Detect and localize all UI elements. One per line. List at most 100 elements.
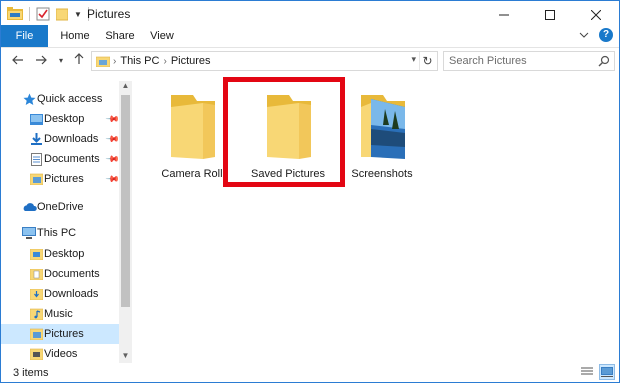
cloud-icon	[21, 200, 37, 214]
ribbon-controls: ?	[579, 28, 613, 42]
scrollbar-thumb[interactable]	[121, 95, 130, 307]
back-button[interactable]	[10, 52, 26, 70]
nav-item-label: Downloads	[44, 133, 99, 145]
pictures-folder-icon	[28, 172, 44, 186]
nav-item-label: Desktop	[44, 248, 85, 260]
scroll-down-icon[interactable]: ▼	[119, 351, 132, 363]
maximize-icon	[545, 9, 555, 20]
status-bar: 3 items	[1, 363, 619, 382]
pictures-location-icon	[96, 56, 110, 67]
file-explorer-window: ▼ Pictures File Home Share View ? ▾ › Th…	[0, 0, 620, 383]
folder-tile-saved-pictures[interactable]: Saved Pictures	[243, 81, 333, 181]
nav-onedrive[interactable]: OneDrive	[1, 197, 119, 217]
large-icons-view-button[interactable]	[599, 364, 615, 380]
nav-item-label: Pictures	[44, 173, 84, 185]
scroll-up-icon[interactable]: ▲	[119, 81, 132, 93]
navigation-scrollbar[interactable]: ▲ ▼	[119, 81, 132, 363]
downloads-folder-icon	[28, 287, 44, 301]
computer-icon	[21, 226, 37, 240]
nav-item-label: Desktop	[44, 113, 85, 125]
navigation-row: ▾ › This PC › Pictures ▾ ↻	[1, 48, 619, 75]
toolbar-separator	[29, 7, 30, 21]
music-folder-icon	[28, 307, 44, 321]
tab-home[interactable]: Home	[54, 25, 96, 47]
properties-icon[interactable]	[36, 7, 50, 21]
tab-file[interactable]: File	[1, 25, 48, 47]
nav-item-label: Videos	[44, 348, 78, 360]
breadcrumb-pictures[interactable]: Pictures	[167, 55, 215, 67]
forward-button[interactable]	[33, 52, 49, 70]
customize-toolbar-chevron-icon[interactable]: ▼	[74, 10, 82, 19]
nav-quick-access[interactable]: Quick access	[1, 89, 119, 109]
item-count: 3 items	[13, 367, 49, 379]
forward-arrow-icon	[36, 55, 47, 65]
nav-quick-downloads[interactable]: Downloads 📌	[1, 129, 120, 149]
new-folder-icon[interactable]	[56, 7, 68, 21]
nav-pc-desktop[interactable]: Desktop	[1, 244, 119, 264]
address-bar[interactable]: › This PC › Pictures ▾ ↻	[91, 51, 438, 71]
pictures-folder-icon	[28, 327, 44, 341]
nav-pc-documents[interactable]: Documents	[1, 264, 119, 284]
breadcrumb-this-pc[interactable]: This PC	[116, 55, 163, 67]
desktop-folder-icon	[28, 247, 44, 261]
nav-onedrive-label: OneDrive	[37, 201, 84, 213]
nav-this-pc-label: This PC	[37, 227, 77, 239]
nav-item-label: Documents	[44, 268, 100, 280]
close-icon	[591, 9, 601, 20]
search-input[interactable]	[444, 52, 594, 70]
window-controls	[481, 1, 619, 28]
address-history-chevron-icon[interactable]: ▾	[411, 54, 416, 65]
nav-item-label: Music	[44, 308, 73, 320]
up-button[interactable]	[71, 52, 87, 70]
quick-access-toolbar: ▼	[7, 6, 89, 22]
content-area: Camera Roll Saved Pictures Screenshots	[133, 75, 619, 363]
folder-label: Saved Pictures	[251, 168, 325, 180]
refresh-button[interactable]: ↻	[419, 52, 435, 70]
up-arrow-icon	[74, 53, 84, 64]
title-bar: ▼ Pictures	[1, 1, 619, 28]
desktop-folder-icon	[28, 112, 44, 126]
help-icon[interactable]: ?	[599, 28, 613, 42]
nav-quick-pictures[interactable]: Pictures 📌	[1, 169, 120, 189]
expand-ribbon-icon[interactable]	[579, 31, 589, 39]
view-switcher	[579, 364, 615, 380]
folder-tile-screenshots[interactable]: Screenshots	[337, 81, 427, 181]
nav-quick-documents[interactable]: Documents 📌	[1, 149, 120, 169]
tab-share[interactable]: Share	[101, 25, 139, 47]
folder-tile-camera-roll[interactable]: Camera Roll	[147, 81, 237, 181]
minimize-icon	[499, 14, 509, 15]
folder-label: Camera Roll	[161, 168, 223, 180]
folder-with-image-icon	[361, 95, 405, 159]
nav-this-pc[interactable]: This PC	[1, 223, 119, 243]
details-view-button[interactable]	[579, 364, 595, 380]
documents-folder-icon	[28, 267, 44, 281]
minimize-button[interactable]	[481, 1, 527, 28]
explorer-folder-icon	[7, 7, 23, 20]
folder-icon	[171, 95, 215, 159]
back-arrow-icon	[12, 55, 23, 65]
tab-view[interactable]: View	[145, 25, 179, 47]
search-box[interactable]	[443, 51, 615, 71]
folder-label: Screenshots	[351, 168, 413, 180]
nav-pc-videos[interactable]: Videos	[1, 344, 119, 363]
nav-pc-pictures[interactable]: Pictures	[1, 324, 119, 344]
search-icon	[598, 55, 610, 67]
recent-locations-button[interactable]: ▾	[53, 52, 69, 70]
close-button[interactable]	[573, 1, 619, 28]
nav-item-label: Downloads	[44, 288, 99, 300]
window-title: Pictures	[87, 7, 131, 21]
nav-pc-downloads[interactable]: Downloads	[1, 284, 119, 304]
folder-icon	[267, 95, 311, 159]
navigation-pane: Quick access Desktop 📌 Downloads 📌 Docum…	[1, 81, 133, 363]
maximize-button[interactable]	[527, 1, 573, 28]
nav-quick-desktop[interactable]: Desktop 📌	[1, 109, 120, 129]
details-view-icon	[581, 367, 593, 375]
star-icon	[21, 92, 37, 106]
nav-pc-music[interactable]: Music	[1, 304, 119, 324]
videos-folder-icon	[28, 347, 44, 361]
chevron-down-icon: ▾	[58, 56, 63, 65]
documents-folder-icon	[28, 152, 44, 166]
nav-item-label: Pictures	[44, 328, 84, 340]
downloads-folder-icon	[28, 132, 44, 146]
nav-quick-access-label: Quick access	[37, 93, 103, 105]
